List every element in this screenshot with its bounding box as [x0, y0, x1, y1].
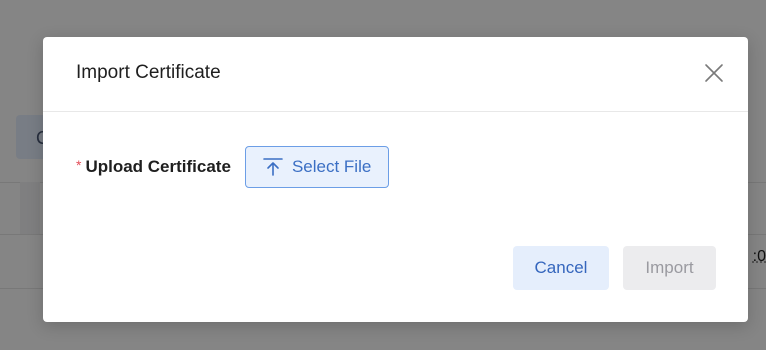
select-file-label: Select File	[291, 157, 372, 176]
cancel-button[interactable]: Cancel	[513, 246, 609, 290]
close-icon	[705, 64, 723, 82]
upload-certificate-row: * Upload Certificate Select File	[76, 145, 390, 189]
import-certificate-dialog: Import Certificate * Upload Certificate …	[43, 37, 748, 322]
upload-icon	[263, 158, 283, 176]
screen: C :0 Import Certificate * Upload Certifi…	[0, 0, 766, 350]
dialog-title: Import Certificate	[76, 62, 221, 83]
upload-certificate-label: Upload Certificate	[85, 157, 231, 176]
select-file-button[interactable]: Select File	[244, 146, 390, 188]
import-button[interactable]: Import	[623, 246, 716, 290]
dialog-header: Import Certificate	[43, 37, 748, 112]
close-button[interactable]	[702, 61, 726, 85]
required-indicator: *	[76, 157, 82, 173]
